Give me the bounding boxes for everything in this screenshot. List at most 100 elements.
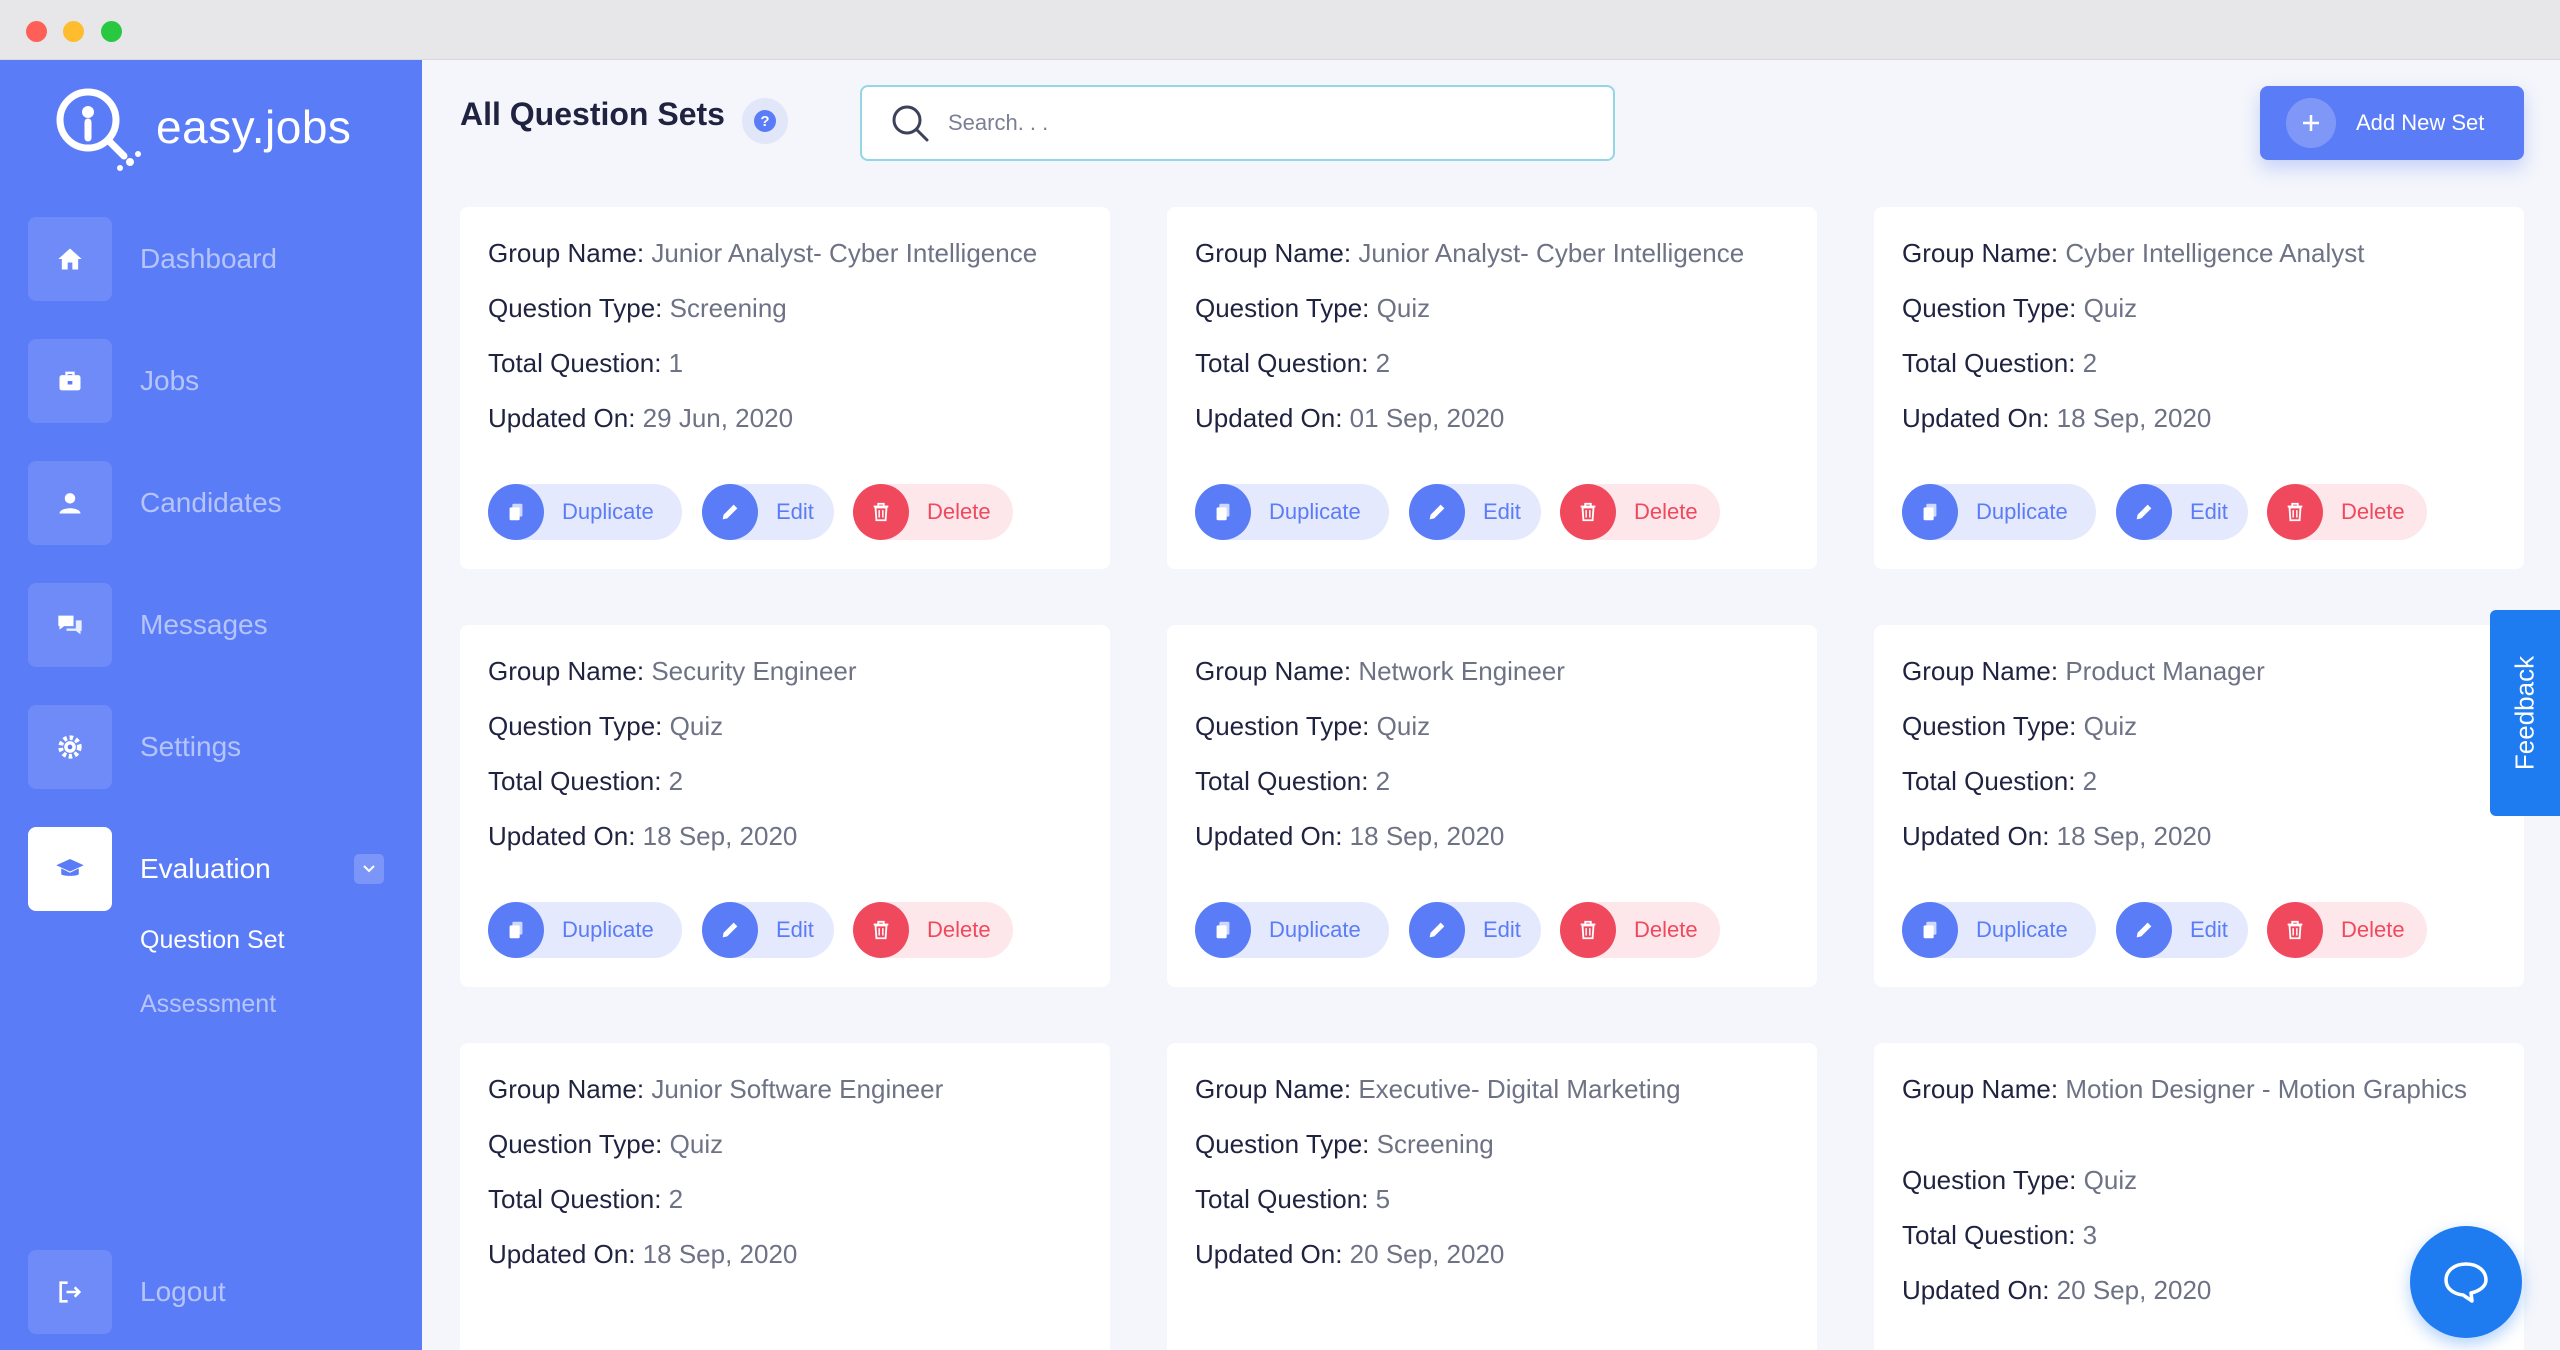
updated-on-row: Updated On: 18 Sep, 2020 [1195, 818, 1795, 854]
group-name-label: Group Name: [1902, 238, 2059, 268]
delete-button[interactable]: Delete [1560, 484, 1720, 540]
total-questions-label: Total Question: [1902, 1220, 2076, 1250]
edit-label: Edit [776, 917, 814, 942]
sidebar-item-evaluation[interactable]: Evaluation [28, 827, 398, 911]
delete-button[interactable]: Delete [853, 484, 1013, 540]
updated-on-value: 18 Sep, 2020 [1349, 821, 1505, 851]
duplicate-button[interactable]: Duplicate [488, 484, 682, 540]
question-type-value: Screening [1376, 1129, 1494, 1159]
trash-icon [853, 484, 909, 540]
duplicate-icon [1195, 484, 1251, 540]
sidebar-item-settings[interactable]: Settings [28, 705, 398, 789]
total-questions-row: Total Question: 2 [1195, 345, 1795, 381]
logo-icon [56, 88, 141, 171]
question-type-label: Question Type: [488, 711, 663, 741]
user-icon [28, 461, 112, 545]
edit-button[interactable]: Edit [702, 484, 834, 540]
delete-button[interactable]: Delete [2267, 902, 2427, 958]
page-title: All Question Sets [460, 96, 725, 132]
chat-launcher-button[interactable] [2410, 1226, 2522, 1338]
duplicate-label: Duplicate [1269, 917, 1361, 942]
duplicate-button[interactable]: Duplicate [1902, 484, 2096, 540]
svg-text:?: ? [760, 113, 769, 130]
total-questions-row: Total Question: 2 [488, 763, 1088, 799]
group-name-value: Junior Analyst- Cyber Intelligence [1358, 238, 1745, 268]
sidebar-item-candidates[interactable]: Candidates [28, 461, 398, 545]
total-questions-row: Total Question: 1 [488, 345, 1088, 381]
duplicate-button[interactable]: Duplicate [1195, 484, 1389, 540]
question-type-value: Quiz [669, 711, 724, 741]
feedback-label: Feedback [2509, 655, 2540, 771]
delete-button[interactable]: Delete [1560, 902, 1720, 958]
delete-button[interactable]: Delete [2267, 484, 2427, 540]
sidebar-subitem-question-set[interactable]: Question Set [140, 926, 285, 955]
duplicate-label: Duplicate [1976, 499, 2068, 524]
duplicate-button[interactable]: Duplicate [488, 902, 682, 958]
updated-on-value: 18 Sep, 2020 [2056, 821, 2212, 851]
window-zoom-button[interactable] [101, 21, 122, 42]
updated-on-label: Updated On: [488, 403, 636, 433]
edit-button[interactable]: Edit [2116, 902, 2248, 958]
window-titlebar [0, 0, 2560, 60]
sidebar-item-label: Candidates [140, 487, 282, 518]
edit-button[interactable]: Edit [2116, 484, 2248, 540]
trash-icon [2267, 902, 2323, 958]
updated-on-row: Updated On: 18 Sep, 2020 [488, 818, 1088, 854]
group-name-row: Group Name: Cyber Intelligence Analyst [1902, 235, 2502, 271]
total-questions-label: Total Question: [1195, 1184, 1369, 1214]
sidebar-item-jobs[interactable]: Jobs [28, 339, 398, 423]
delete-label: Delete [927, 499, 991, 524]
edit-button[interactable]: Edit [1409, 484, 1541, 540]
pencil-icon [1409, 902, 1465, 958]
question-type-row: Question Type: Quiz [1195, 708, 1795, 744]
delete-button[interactable]: Delete [853, 902, 1013, 958]
sidebar-subitem-assessment[interactable]: Assessment [140, 990, 276, 1019]
sidebar-item-dashboard[interactable]: Dashboard [28, 217, 398, 301]
graduation-cap-icon [28, 827, 112, 911]
question-type-value: Quiz [2083, 293, 2138, 323]
app-logo[interactable]: easy.jobs [50, 82, 351, 172]
chevron-down-icon[interactable] [354, 854, 384, 884]
updated-on-label: Updated On: [1902, 403, 2050, 433]
updated-on-label: Updated On: [1195, 403, 1343, 433]
question-type-row: Question Type: Quiz [488, 1126, 1088, 1162]
sidebar-item-logout[interactable]: Logout [28, 1250, 398, 1334]
question-type-value: Quiz [2083, 1165, 2138, 1195]
add-new-set-button[interactable]: Add New Set [2260, 86, 2524, 160]
duplicate-icon [1195, 902, 1251, 958]
duplicate-button[interactable]: Duplicate [1195, 902, 1389, 958]
search-field [860, 85, 1615, 161]
pencil-icon [702, 902, 758, 958]
logout-icon [28, 1250, 112, 1334]
edit-label: Edit [2190, 917, 2228, 942]
updated-on-label: Updated On: [1195, 821, 1343, 851]
duplicate-label: Duplicate [562, 499, 654, 524]
question-type-label: Question Type: [1902, 1165, 2077, 1195]
edit-button[interactable]: Edit [702, 902, 834, 958]
search-input[interactable] [948, 110, 1548, 136]
group-name-row: Group Name: Motion Designer - Motion Gra… [1902, 1071, 2502, 1107]
question-type-value: Screening [669, 293, 787, 323]
updated-on-label: Updated On: [1195, 1239, 1343, 1269]
window-close-button[interactable] [26, 21, 47, 42]
window-minimize-button[interactable] [63, 21, 84, 42]
question-type-label: Question Type: [1195, 711, 1370, 741]
group-name-row: Group Name: Product Manager [1902, 653, 2502, 689]
feedback-tab[interactable]: Feedback [2490, 610, 2560, 816]
trash-icon [2267, 484, 2323, 540]
sidebar-item-label: Dashboard [140, 243, 277, 274]
question-type-label: Question Type: [1902, 293, 2077, 323]
question-type-label: Question Type: [1195, 1129, 1370, 1159]
question-type-value: Quiz [1376, 293, 1431, 323]
group-name-row: Group Name: Executive- Digital Marketing [1195, 1071, 1795, 1107]
help-icon[interactable]: ? [742, 98, 788, 144]
question-set-card: Group Name: Network Engineer Question Typ… [1167, 625, 1817, 987]
total-questions-value: 3 [2082, 1220, 2098, 1250]
edit-button[interactable]: Edit [1409, 902, 1541, 958]
edit-label: Edit [1483, 499, 1521, 524]
updated-on-value: 20 Sep, 2020 [1349, 1239, 1505, 1269]
group-name-label: Group Name: [1902, 656, 2059, 686]
duplicate-button[interactable]: Duplicate [1902, 902, 2096, 958]
question-set-card: Group Name: Junior Analyst- Cyber Intell… [1167, 207, 1817, 569]
sidebar-item-messages[interactable]: Messages [28, 583, 398, 667]
